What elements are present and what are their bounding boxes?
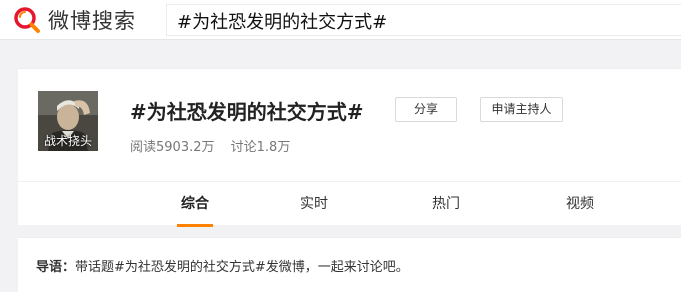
read-count: 阅读5903.2万 [130,140,215,155]
share-button[interactable]: 分享 [395,97,457,122]
topic-intro: 导语：带话题#为社恐发明的社交方式#发微博，一起来讨论吧。 [18,237,681,292]
search-logo-icon [12,5,42,35]
topic-title: #为社恐发明的社交方式# [130,100,364,124]
intro-text: 带话题#为社恐发明的社交方式#发微博，一起来讨论吧。 [75,260,409,275]
apply-host-button[interactable]: 申请主持人 [480,97,563,122]
topic-card: 战术挠头 #为社恐发明的社交方式# 分享 申请主持人 阅读5903.2万 讨论1… [18,68,681,227]
avatar-caption: 战术挠头 [43,134,92,148]
tab-video[interactable]: 视频 [530,182,630,227]
search-input[interactable]: #为社恐发明的社交方式# [166,4,681,36]
intro-label: 导语： [36,260,76,275]
tab-comprehensive[interactable]: 综合 [145,182,245,227]
topic-avatar: 战术挠头 [38,91,98,151]
tab-bar: 综合 实时 热门 视频 [18,181,681,227]
topic-stats: 阅读5903.2万 讨论1.8万 [130,136,290,155]
tab-realtime[interactable]: 实时 [264,182,364,227]
top-bar: 微博搜索 #为社恐发明的社交方式# [0,0,681,40]
tab-hot[interactable]: 热门 [396,182,496,227]
search-query: #为社恐发明的社交方式# [177,12,388,33]
weibo-search-logo[interactable]: 微博搜索 [12,4,136,36]
discussion-count: 讨论1.8万 [230,140,291,155]
logo-text: 微博搜索 [48,9,136,33]
